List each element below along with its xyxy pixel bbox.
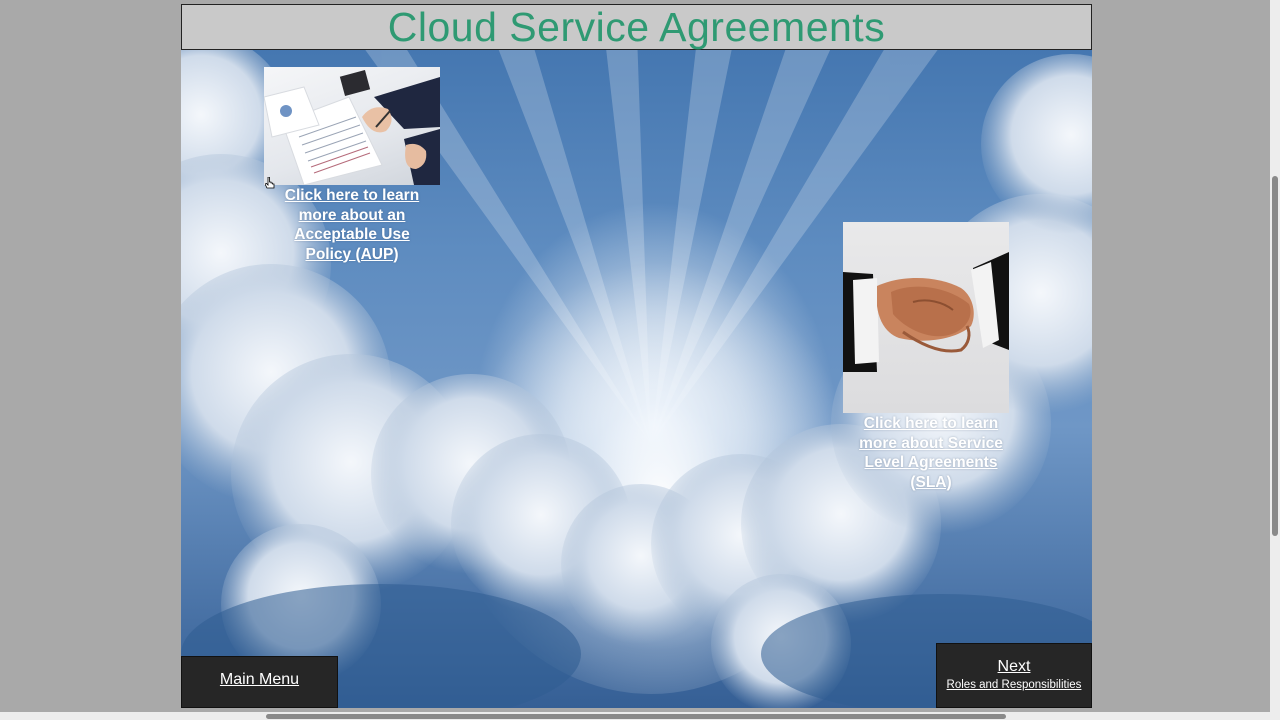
vertical-scrollbar-thumb[interactable] <box>1272 176 1278 536</box>
next-button[interactable]: Next Roles and Responsibilities <box>936 643 1092 708</box>
title-bar: Cloud Service Agreements <box>181 4 1092 50</box>
aup-link[interactable]: Click here to learn more about an Accept… <box>273 186 431 264</box>
horizontal-scrollbar[interactable] <box>0 712 1270 720</box>
main-menu-button[interactable]: Main Menu <box>181 656 338 708</box>
aup-photo[interactable] <box>264 67 440 185</box>
main-menu-label: Main Menu <box>219 671 300 688</box>
vertical-scrollbar[interactable] <box>1270 0 1280 720</box>
paperwork-signing-image <box>264 69 440 185</box>
hand-cursor-icon <box>265 177 275 189</box>
next-label: Next <box>997 658 1031 675</box>
horizontal-scrollbar-thumb[interactable] <box>266 714 1006 719</box>
sla-photo[interactable] <box>843 222 1009 413</box>
page-title: Cloud Service Agreements <box>387 4 886 50</box>
next-subtitle: Roles and Responsibilities <box>946 679 1082 691</box>
sla-link[interactable]: Click here to learn more about Service L… <box>848 414 1014 492</box>
handshake-image <box>843 252 1009 372</box>
slide-stage: Cloud Service Agreements Click here to l… <box>181 4 1092 708</box>
